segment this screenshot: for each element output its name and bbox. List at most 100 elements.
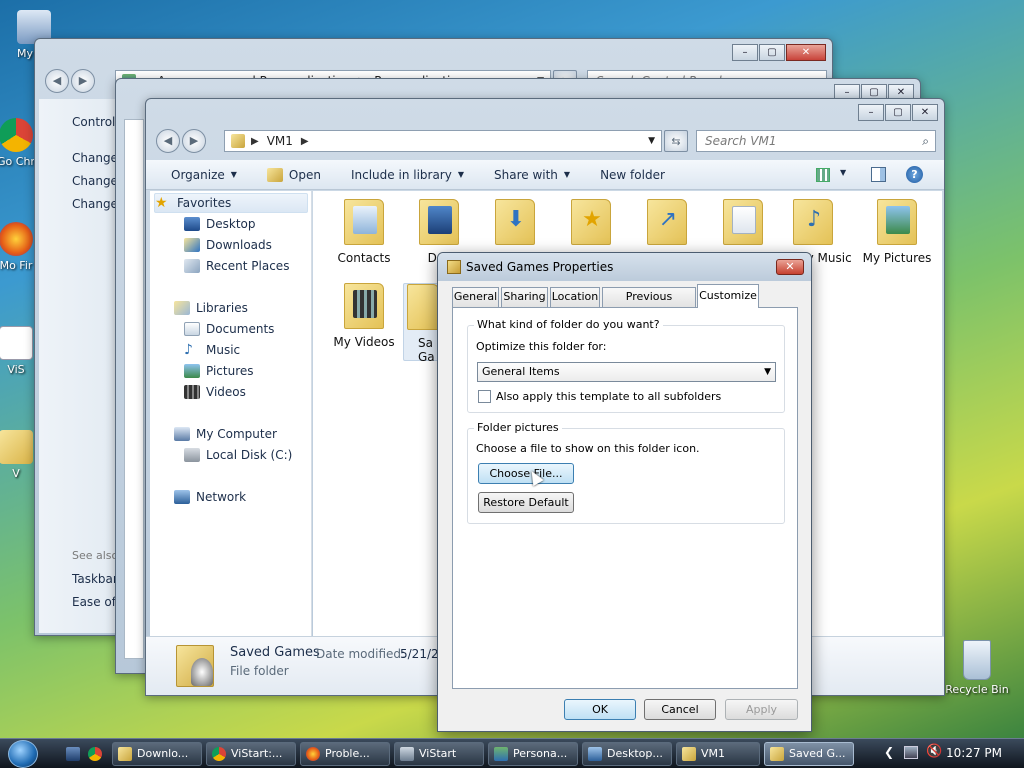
nav-documents[interactable]: Documents (184, 319, 274, 339)
details-type: File folder (230, 664, 289, 678)
taskbar-button-vm1[interactable]: VM1 (676, 742, 760, 766)
nav-local-disk[interactable]: Local Disk (C:) (184, 445, 292, 465)
chrome-quick-launch-icon[interactable] (88, 747, 102, 761)
chevron-down-icon[interactable]: ▼ (840, 168, 846, 177)
taskbar-button-saved-games[interactable]: Saved G... (764, 742, 854, 766)
nav-desktop[interactable]: Desktop (184, 214, 256, 234)
tab-previous-versions[interactable]: Previous Versions (602, 287, 696, 321)
folder-pictures-heading: Folder pictures (474, 421, 562, 434)
tab-general[interactable]: General (452, 287, 499, 307)
dialog-close-button[interactable]: ✕ (776, 259, 804, 275)
include-label: Include in library (350, 167, 452, 182)
minimize-button[interactable]: – (732, 44, 758, 61)
folder-contacts[interactable]: Contacts (324, 199, 404, 265)
share-with-button[interactable]: Share with ▼ (494, 168, 570, 182)
chrome-icon (0, 118, 33, 152)
star-icon: ★ (155, 195, 168, 211)
properties-dialog[interactable]: Saved Games Properties ✕ General Sharing… (437, 252, 812, 732)
taskbar-button-label: Saved G... (789, 747, 846, 760)
open-button[interactable]: Open (266, 167, 321, 182)
search-input[interactable]: Search VM1 ⌕ (696, 130, 936, 152)
chevron-left-icon[interactable]: ❮ (884, 745, 894, 759)
maximize-button[interactable]: ▢ (885, 104, 911, 121)
nav-libraries[interactable]: Libraries (174, 298, 248, 318)
vistart-icon (400, 747, 414, 761)
folder-documents[interactable] (703, 199, 783, 245)
forward-button[interactable]: ▶ (182, 129, 206, 153)
maximize-button[interactable]: ▢ (759, 44, 785, 61)
sidebar-link-change[interactable]: Change (72, 197, 118, 211)
preview-pane-icon[interactable] (871, 167, 886, 182)
nav-recent-places[interactable]: Recent Places (184, 256, 289, 276)
apply-button[interactable]: Apply (725, 699, 798, 720)
chevron-down-icon[interactable]: ▼ (648, 136, 655, 146)
tab-sharing[interactable]: Sharing (501, 287, 548, 307)
volume-muted-icon[interactable]: 🔇 (926, 744, 942, 759)
tab-location[interactable]: Location (550, 287, 600, 307)
shortcut-icon (0, 326, 33, 360)
taskbar-button-downloads[interactable]: Downlo... (112, 742, 202, 766)
back-button[interactable]: ◀ (156, 129, 180, 153)
nav-label: Videos (206, 385, 246, 399)
taskbar-button-desktop[interactable]: Desktop... (582, 742, 672, 766)
new-folder-button[interactable]: New folder (600, 168, 665, 182)
taskbar-button-label: Persona... (513, 747, 568, 760)
taskbar-button-label: ViStart (419, 747, 457, 760)
refresh-icon[interactable]: ⇆ (664, 130, 688, 152)
taskbar-button-problem[interactable]: Proble... (300, 742, 390, 766)
breadcrumb-vm1[interactable]: VM1 (267, 134, 293, 148)
folder-my-pictures[interactable]: My Pictures (857, 199, 937, 265)
show-desktop-icon[interactable] (66, 747, 80, 761)
back-button[interactable]: ◀ (45, 69, 69, 93)
nav-label: Favorites (177, 196, 232, 210)
videos-icon (184, 385, 200, 399)
folder-favorites[interactable]: ★ (551, 199, 631, 245)
clock[interactable]: 10:27 PM (946, 746, 1002, 760)
taskbar-button-vistart[interactable]: ViStart (394, 742, 484, 766)
contacts-folder-icon (344, 199, 384, 245)
dialog-title: Saved Games Properties (466, 260, 614, 274)
music-folder-icon: ♪ (793, 199, 833, 245)
folder-downloads[interactable]: ⬇ (475, 199, 555, 245)
nav-network[interactable]: Network (174, 487, 246, 507)
pictures-folder-icon (877, 199, 917, 245)
optimize-select[interactable]: General Items ▼ (477, 362, 776, 382)
apply-subfolders-label[interactable]: Also apply this template to all subfolde… (496, 390, 721, 403)
taskbar-button-vistart-chrome[interactable]: ViStart:... (206, 742, 296, 766)
address-bar[interactable]: ▶ VM1 ▶ ▼ (224, 130, 662, 152)
taskbar-button-personalization[interactable]: Persona... (488, 742, 578, 766)
organize-button[interactable]: Organize ▼ (171, 168, 237, 182)
nav-favorites[interactable]: ★ Favorites (154, 193, 308, 213)
nav-my-computer[interactable]: My Computer (174, 424, 277, 444)
nav-music[interactable]: ♪ Music (184, 340, 240, 360)
help-icon[interactable]: ? (906, 166, 923, 183)
folder-icon (118, 747, 132, 761)
folder-links[interactable]: ↗ (627, 199, 707, 245)
dialog-title-bar[interactable]: Saved Games Properties ✕ (438, 253, 811, 281)
close-button[interactable]: ✕ (912, 104, 938, 121)
start-button[interactable] (8, 740, 38, 768)
nav-videos[interactable]: Videos (184, 382, 246, 402)
minimize-button[interactable]: – (858, 104, 884, 121)
forward-button[interactable]: ▶ (71, 69, 95, 93)
include-in-library-button[interactable]: Include in library ▼ (351, 168, 464, 182)
taskbar-button-label: Proble... (325, 747, 370, 760)
sidebar-title[interactable]: Control (72, 115, 115, 129)
folder-my-videos[interactable]: My Videos (324, 283, 404, 349)
ok-button[interactable]: OK (564, 699, 636, 720)
folder-label: My Pictures (862, 251, 932, 265)
restore-default-button[interactable]: Restore Default (478, 492, 574, 513)
desktop-icon-recycle-bin[interactable]: Recycle Bin (942, 640, 1012, 696)
sidebar-link-change[interactable]: Change (72, 151, 118, 165)
pictures-icon (184, 364, 200, 378)
view-options-icon[interactable] (816, 168, 830, 182)
cancel-button[interactable]: Cancel (644, 699, 716, 720)
nav-pictures[interactable]: Pictures (184, 361, 254, 381)
apply-subfolders-checkbox[interactable] (478, 390, 491, 403)
nav-downloads[interactable]: Downloads (184, 235, 272, 255)
tab-customize[interactable]: Customize (697, 284, 759, 308)
sidebar-link-change[interactable]: Change (72, 174, 118, 188)
network-tray-icon[interactable] (904, 746, 918, 759)
chevron-down-icon: ▼ (230, 170, 237, 179)
close-button[interactable]: ✕ (786, 44, 826, 61)
